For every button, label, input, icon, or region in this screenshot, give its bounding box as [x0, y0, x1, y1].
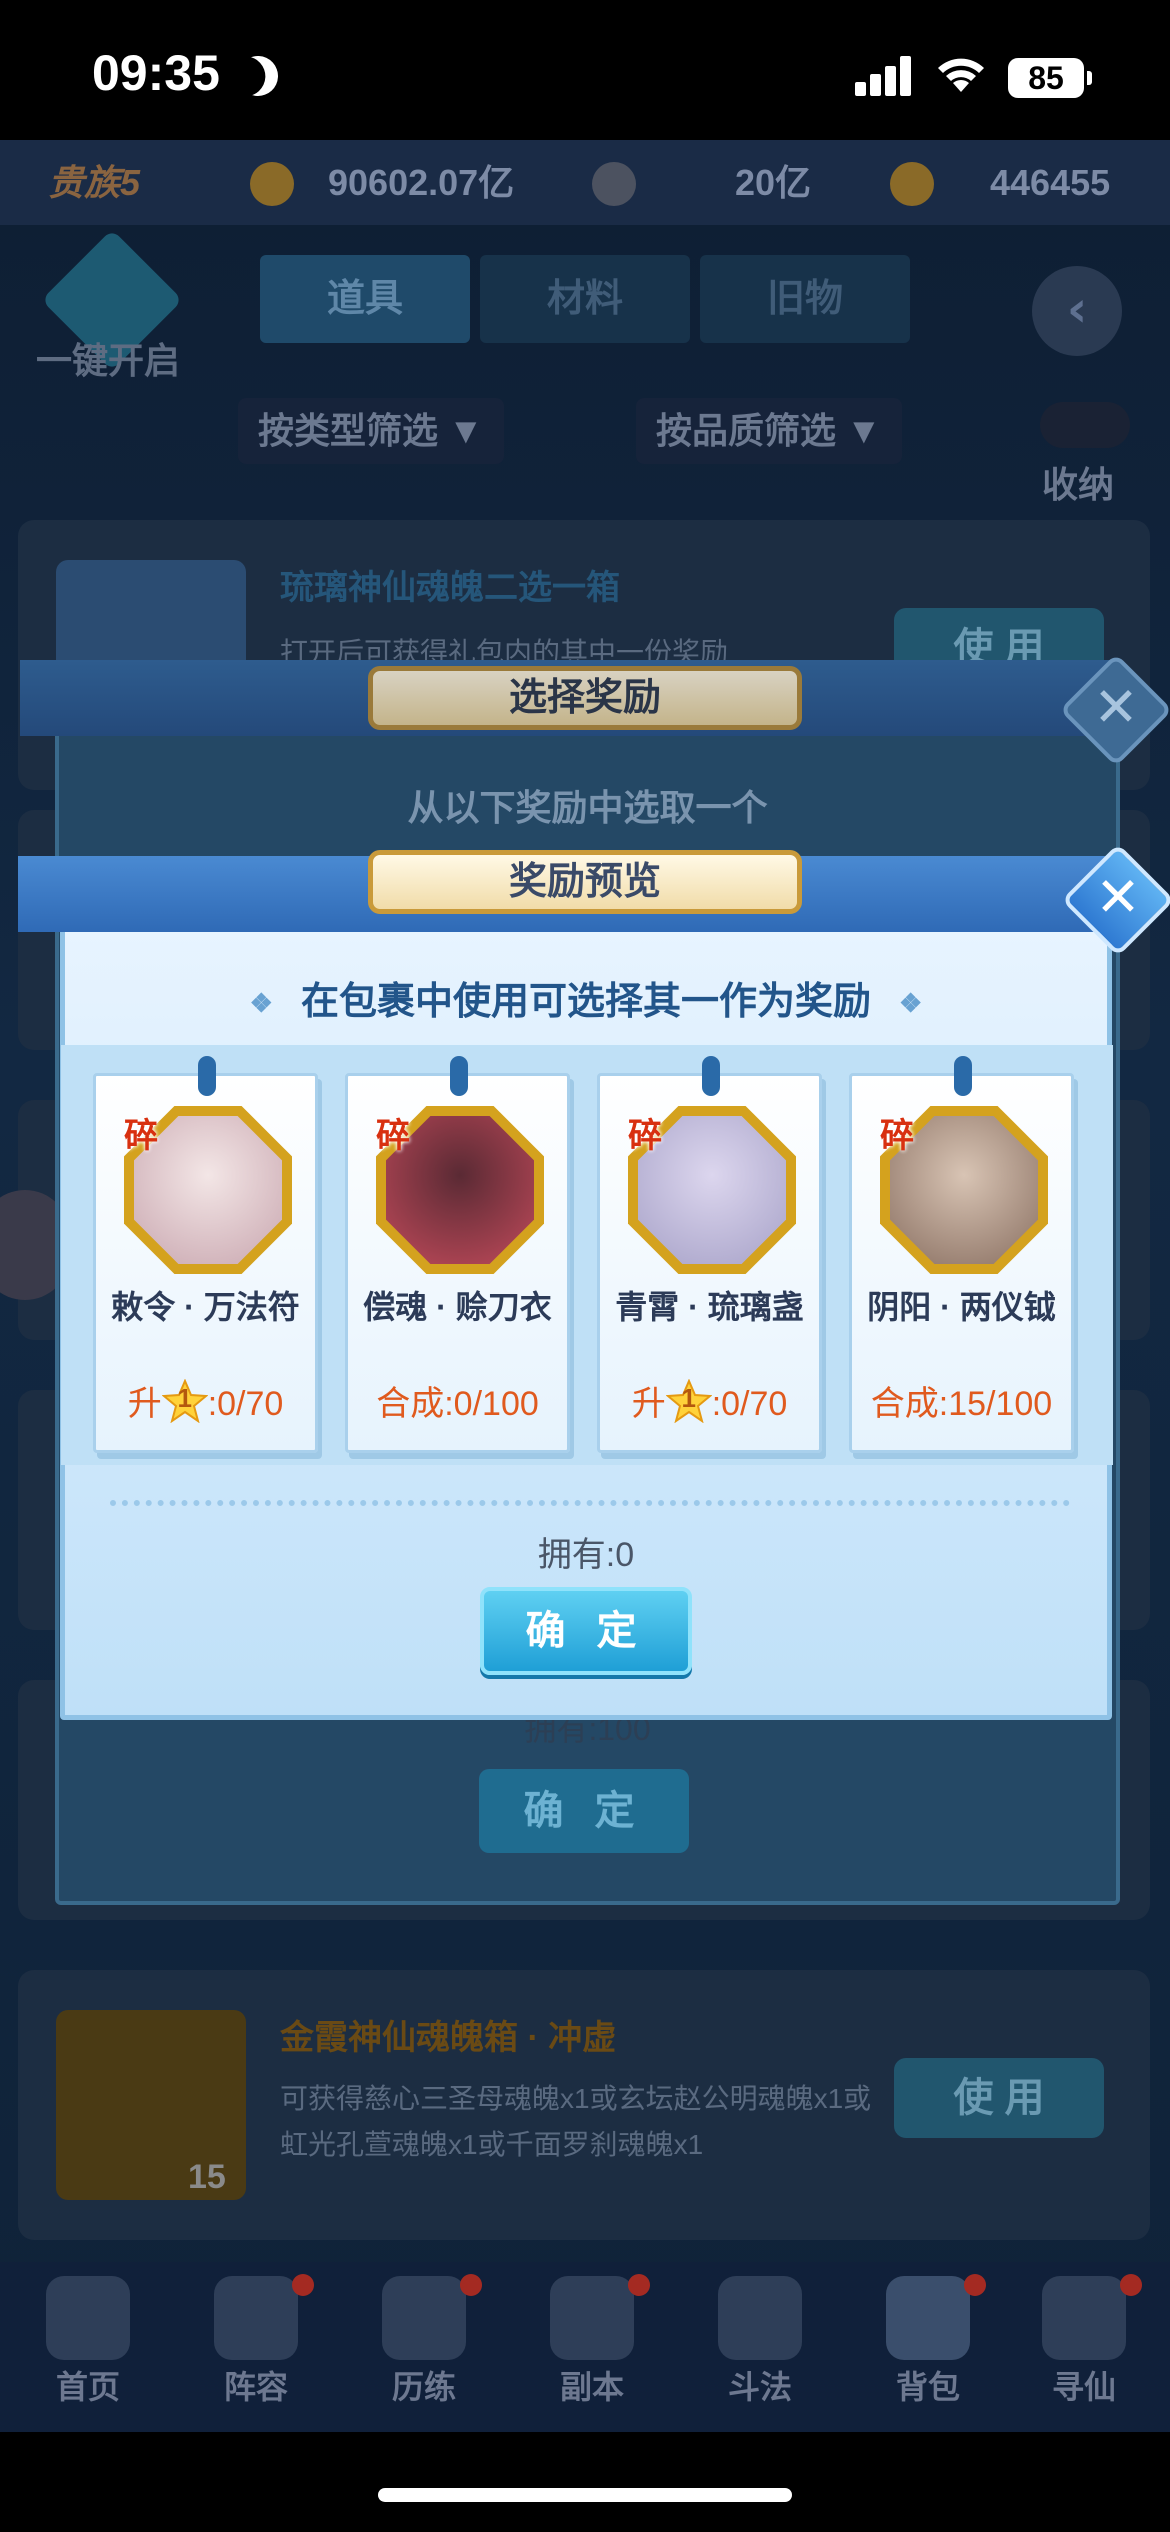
reward-item[interactable]: 碎 青霄 · 琉璃盏 升 1:0/70 — [597, 1056, 822, 1453]
diamond-icon: ❖ — [899, 988, 923, 1019]
tab-materials[interactable]: 材料 — [480, 255, 690, 343]
seek-icon — [1042, 2276, 1126, 2360]
notification-dot — [292, 2274, 314, 2296]
reward-item[interactable]: 碎 敕令 · 万法符 升 1:0/70 — [93, 1056, 318, 1453]
close-icon: ✕ — [1093, 675, 1139, 739]
ingot-icon — [890, 162, 934, 206]
collapse-toggle[interactable] — [1040, 402, 1130, 448]
shard-badge: 碎 — [124, 1117, 158, 1155]
nav-dungeon[interactable]: 副本 — [508, 2262, 676, 2432]
use-button[interactable]: 使 用 — [894, 2058, 1104, 2138]
shard-badge: 碎 — [628, 1117, 662, 1155]
collapse-label: 收纳 — [1042, 464, 1115, 505]
wifi-icon — [938, 58, 984, 92]
bag-item-desc: 可获得慈心三圣母魂魄x1或玄坛赵公明魂魄x1或虹光孔萱魂魄x1或千面罗刹魂魄x1 — [280, 2083, 872, 2160]
reward-preview-subtitle: ❖ 在包裹中使用可选择其一作为奖励 ❖ — [249, 981, 923, 1023]
home-icon — [46, 2276, 130, 2360]
item-name: 敕令 · 万法符 — [111, 1289, 300, 1325]
status-bar: 09:35 85 — [0, 0, 1170, 140]
nav-seek[interactable]: 寻仙 — [1000, 2262, 1168, 2432]
training-icon — [382, 2276, 466, 2360]
reward-preview-title: 奖励预览 — [368, 850, 802, 914]
signal-icon — [855, 56, 911, 96]
reward-items: 碎 敕令 · 万法符 升 1:0/70 碎 偿魂 · 赊刀衣 合成:0/100 碎… — [61, 1045, 1113, 1465]
reward-item[interactable]: 碎 偿魂 · 赊刀衣 合成:0/100 — [345, 1056, 570, 1453]
currency-1: 90602.07亿 — [328, 162, 515, 203]
token-icon — [592, 162, 636, 206]
lineup-icon — [214, 2276, 298, 2360]
nav-training[interactable]: 历练 — [340, 2262, 508, 2432]
reward-preview-dialog: ❖ 在包裹中使用可选择其一作为奖励 ❖ 碎 敕令 · 万法符 升 1:0/70 碎 偿… — [60, 910, 1113, 1720]
filter-by-type[interactable]: 按类型筛选 ▼ — [238, 398, 504, 464]
select-reward-subtitle: 从以下奖励中选取一个 — [407, 787, 768, 828]
bag-item-title: 琉璃神仙魂魄二选一箱 — [280, 569, 620, 607]
confirm-button[interactable]: 确 定 — [480, 1587, 692, 1675]
item-progress: 升 1:0/70 — [96, 1376, 315, 1425]
item-name: 青霄 · 琉璃盏 — [615, 1289, 804, 1325]
nav-bag[interactable]: 背包 — [844, 2262, 1012, 2432]
star-icon: 1 — [665, 1379, 712, 1423]
currency-3: 446455 — [990, 162, 1111, 203]
tab-relics[interactable]: 旧物 — [700, 255, 910, 343]
bag-item-title: 金霞神仙魂魄箱 · 冲虚 — [280, 2019, 617, 2057]
star-level: 1 — [681, 1383, 696, 1413]
divider — [110, 1500, 1070, 1506]
funnel-icon: ▼ — [846, 410, 882, 451]
item-count: 15 — [188, 2158, 226, 2196]
vip-rank: 贵族5 — [48, 162, 141, 203]
item-progress: 合成:15/100 — [870, 1385, 1053, 1423]
home-indicator[interactable] — [378, 2488, 792, 2502]
confirm-button[interactable]: 确 定 — [479, 1769, 689, 1853]
notification-dot — [460, 2274, 482, 2296]
currency-2: 20亿 — [735, 162, 812, 203]
filter-by-type-label: 按类型筛选 — [258, 410, 439, 451]
item-tag — [198, 1056, 216, 1096]
item-tag — [702, 1056, 720, 1096]
bottom-nav: 首页 阵容 历练 副本 斗法 背包 寻仙 — [0, 2262, 1170, 2432]
duel-icon — [718, 2276, 802, 2360]
item-progress: 合成:0/100 — [376, 1385, 539, 1423]
diamond-icon: ❖ — [249, 988, 273, 1019]
item-name: 偿魂 · 赊刀衣 — [363, 1289, 552, 1325]
tab-items[interactable]: 道具 — [260, 255, 470, 343]
dungeon-icon — [550, 2276, 634, 2360]
filter-by-quality-label: 按品质筛选 — [656, 410, 837, 451]
notification-dot — [1120, 2274, 1142, 2296]
star-level: 1 — [177, 1383, 192, 1413]
nav-duel[interactable]: 斗法 — [676, 2262, 844, 2432]
status-time: 09:35 — [92, 45, 220, 101]
resource-bar: 贵族5 90602.07亿 20亿 446455 — [0, 140, 1170, 225]
star-icon: 1 — [161, 1379, 208, 1423]
close-icon: ✕ — [1095, 865, 1141, 929]
item-name: 阴阳 · 两仪钺 — [867, 1289, 1056, 1325]
owned-count: 拥有:0 — [537, 1536, 635, 1574]
item-tag — [954, 1056, 972, 1096]
bag-icon — [886, 2276, 970, 2360]
funnel-icon: ▼ — [448, 410, 484, 451]
item-tag — [450, 1056, 468, 1096]
moon-icon — [232, 50, 283, 101]
select-reward-title: 选择奖励 — [368, 666, 802, 730]
reward-item[interactable]: 碎 阴阳 · 两仪钺 合成:15/100 — [849, 1056, 1074, 1453]
bag-item-card: 15 金霞神仙魂魄箱 · 冲虚 可获得慈心三圣母魂魄x1或玄坛赵公明魂魄x1或虹… — [18, 1970, 1150, 2240]
nav-lineup[interactable]: 阵容 — [172, 2262, 340, 2432]
notification-dot — [964, 2274, 986, 2296]
filter-by-quality[interactable]: 按品质筛选 ▼ — [636, 398, 902, 464]
shard-badge: 碎 — [376, 1117, 410, 1155]
nav-home[interactable]: 首页 — [4, 2262, 172, 2432]
gold-icon — [250, 162, 294, 206]
battery-icon: 85 — [1008, 58, 1092, 98]
item-progress: 升 1:0/70 — [600, 1376, 819, 1425]
notification-dot — [628, 2274, 650, 2296]
shard-badge: 碎 — [880, 1117, 914, 1155]
one-key-open-label: 一键开启 — [36, 340, 181, 381]
back-icon[interactable]: ‹ — [1032, 266, 1122, 356]
